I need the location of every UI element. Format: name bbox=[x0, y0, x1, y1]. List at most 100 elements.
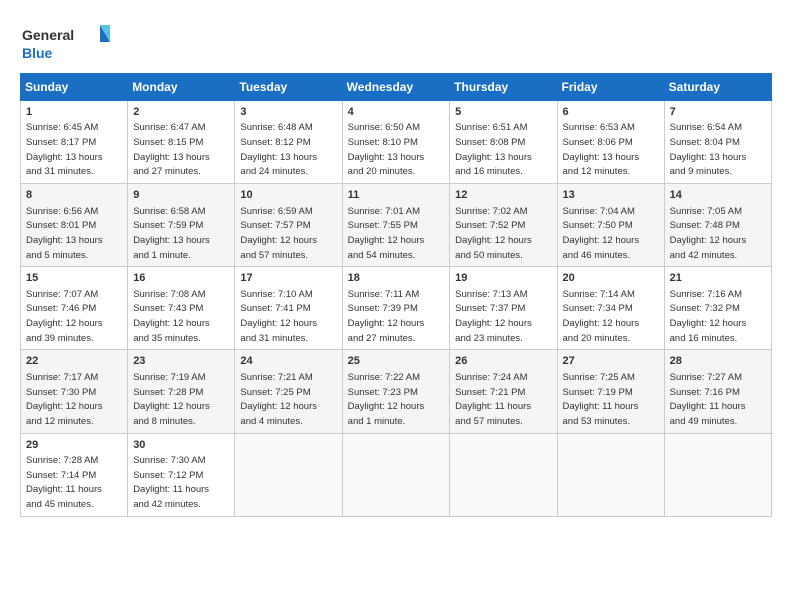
day-number: 19 bbox=[455, 271, 551, 286]
day-info: Sunrise: 6:50 AMSunset: 8:10 PMDaylight:… bbox=[348, 122, 425, 177]
day-number: 17 bbox=[240, 271, 336, 286]
day-info: Sunrise: 6:56 AMSunset: 8:01 PMDaylight:… bbox=[26, 206, 103, 261]
table-row: 9Sunrise: 6:58 AMSunset: 7:59 PMDaylight… bbox=[128, 184, 235, 267]
day-info: Sunrise: 7:05 AMSunset: 7:48 PMDaylight:… bbox=[670, 206, 747, 261]
table-row bbox=[557, 433, 664, 516]
day-info: Sunrise: 7:28 AMSunset: 7:14 PMDaylight:… bbox=[26, 455, 102, 510]
table-row: 7 Sunrise: 6:54 AMSunset: 8:04 PMDaylight… bbox=[664, 101, 771, 184]
day-info: Sunrise: 6:51 AMSunset: 8:08 PMDaylight:… bbox=[455, 122, 532, 177]
day-info: Sunrise: 7:10 AMSunset: 7:41 PMDaylight:… bbox=[240, 289, 317, 344]
day-header-wednesday: Wednesday bbox=[342, 74, 450, 101]
table-row: 10 Sunrise: 6:59 AMSunset: 7:57 PMDayligh… bbox=[235, 184, 342, 267]
table-row: 18 Sunrise: 7:11 AMSunset: 7:39 PMDayligh… bbox=[342, 267, 450, 350]
table-row: 6 Sunrise: 6:53 AMSunset: 8:06 PMDaylight… bbox=[557, 101, 664, 184]
day-info: Sunrise: 7:04 AMSunset: 7:50 PMDaylight:… bbox=[563, 206, 640, 261]
table-row bbox=[342, 433, 450, 516]
table-row: 14 Sunrise: 7:05 AMSunset: 7:48 PMDayligh… bbox=[664, 184, 771, 267]
day-info: Sunrise: 6:53 AMSunset: 8:06 PMDaylight:… bbox=[563, 122, 640, 177]
table-row: 24 Sunrise: 7:21 AMSunset: 7:25 PMDayligh… bbox=[235, 350, 342, 433]
table-row: 2 Sunrise: 6:47 AMSunset: 8:15 PMDaylight… bbox=[128, 101, 235, 184]
day-info: Sunrise: 7:14 AMSunset: 7:34 PMDaylight:… bbox=[563, 289, 640, 344]
day-number: 7 bbox=[670, 105, 766, 120]
table-row: 30 Sunrise: 7:30 AMSunset: 7:12 PMDayligh… bbox=[128, 433, 235, 516]
day-number: 1 bbox=[26, 105, 122, 120]
day-info: Sunrise: 7:22 AMSunset: 7:23 PMDaylight:… bbox=[348, 372, 425, 427]
day-info: Sunrise: 6:47 AMSunset: 8:15 PMDaylight:… bbox=[133, 122, 210, 177]
table-row: 26 Sunrise: 7:24 AMSunset: 7:21 PMDayligh… bbox=[450, 350, 557, 433]
day-info: Sunrise: 7:01 AMSunset: 7:55 PMDaylight:… bbox=[348, 206, 425, 261]
table-row: 11 Sunrise: 7:01 AMSunset: 7:55 PMDayligh… bbox=[342, 184, 450, 267]
day-info: Sunrise: 6:48 AMSunset: 8:12 PMDaylight:… bbox=[240, 122, 317, 177]
day-number: 15 bbox=[26, 271, 122, 286]
day-number: 5 bbox=[455, 105, 551, 120]
table-row: 28Sunrise: 7:27 AMSunset: 7:16 PMDayligh… bbox=[664, 350, 771, 433]
day-number: 29 bbox=[26, 438, 122, 453]
day-info: Sunrise: 7:16 AMSunset: 7:32 PMDaylight:… bbox=[670, 289, 747, 344]
day-info: Sunrise: 7:30 AMSunset: 7:12 PMDaylight:… bbox=[133, 455, 209, 510]
page-header: General Blue bbox=[20, 20, 772, 65]
day-info: Sunrise: 7:02 AMSunset: 7:52 PMDaylight:… bbox=[455, 206, 532, 261]
svg-text:General: General bbox=[22, 27, 74, 43]
day-number: 2 bbox=[133, 105, 229, 120]
day-info: Sunrise: 7:24 AMSunset: 7:21 PMDaylight:… bbox=[455, 372, 531, 427]
table-row: 12 Sunrise: 7:02 AMSunset: 7:52 PMDayligh… bbox=[450, 184, 557, 267]
day-info: Sunrise: 7:19 AMSunset: 7:28 PMDaylight:… bbox=[133, 372, 210, 427]
day-header-thursday: Thursday bbox=[450, 74, 557, 101]
day-info: Sunrise: 7:27 AMSunset: 7:16 PMDaylight:… bbox=[670, 372, 746, 427]
table-row bbox=[450, 433, 557, 516]
day-number: 21 bbox=[670, 271, 766, 286]
day-info: Sunrise: 7:17 AMSunset: 7:30 PMDaylight:… bbox=[26, 372, 103, 427]
day-number: 18 bbox=[348, 271, 445, 286]
logo-icon: General Blue bbox=[20, 20, 110, 65]
day-header-sunday: Sunday bbox=[21, 74, 128, 101]
day-number: 30 bbox=[133, 438, 229, 453]
day-number: 16 bbox=[133, 271, 229, 286]
day-header-tuesday: Tuesday bbox=[235, 74, 342, 101]
table-row: 22 Sunrise: 7:17 AMSunset: 7:30 PMDayligh… bbox=[21, 350, 128, 433]
day-number: 11 bbox=[348, 188, 445, 203]
table-row: 16 Sunrise: 7:08 AMSunset: 7:43 PMDayligh… bbox=[128, 267, 235, 350]
table-row: 19 Sunrise: 7:13 AMSunset: 7:37 PMDayligh… bbox=[450, 267, 557, 350]
day-info: Sunrise: 6:54 AMSunset: 8:04 PMDaylight:… bbox=[670, 122, 747, 177]
day-info: Sunrise: 7:07 AMSunset: 7:46 PMDaylight:… bbox=[26, 289, 103, 344]
day-info: Sunrise: 7:11 AMSunset: 7:39 PMDaylight:… bbox=[348, 289, 425, 344]
table-row: 21 Sunrise: 7:16 AMSunset: 7:32 PMDayligh… bbox=[664, 267, 771, 350]
day-info: Sunrise: 7:21 AMSunset: 7:25 PMDaylight:… bbox=[240, 372, 317, 427]
day-number: 12 bbox=[455, 188, 551, 203]
day-header-monday: Monday bbox=[128, 74, 235, 101]
logo: General Blue bbox=[20, 20, 110, 65]
day-info: Sunrise: 6:59 AMSunset: 7:57 PMDaylight:… bbox=[240, 206, 317, 261]
day-number: 3 bbox=[240, 105, 336, 120]
table-row: 25 Sunrise: 7:22 AMSunset: 7:23 PMDayligh… bbox=[342, 350, 450, 433]
table-row bbox=[235, 433, 342, 516]
table-row: 4 Sunrise: 6:50 AMSunset: 8:10 PMDaylight… bbox=[342, 101, 450, 184]
day-number: 14 bbox=[670, 188, 766, 203]
table-row: 1 Sunrise: 6:45 AMSunset: 8:17 PMDaylight… bbox=[21, 101, 128, 184]
table-row: 8 Sunrise: 6:56 AMSunset: 8:01 PMDaylight… bbox=[21, 184, 128, 267]
table-row: 13 Sunrise: 7:04 AMSunset: 7:50 PMDayligh… bbox=[557, 184, 664, 267]
table-row: 5 Sunrise: 6:51 AMSunset: 8:08 PMDaylight… bbox=[450, 101, 557, 184]
day-info: Sunrise: 7:08 AMSunset: 7:43 PMDaylight:… bbox=[133, 289, 210, 344]
table-row: 27Sunrise: 7:25 AMSunset: 7:19 PMDayligh… bbox=[557, 350, 664, 433]
day-header-friday: Friday bbox=[557, 74, 664, 101]
table-row: 20 Sunrise: 7:14 AMSunset: 7:34 PMDayligh… bbox=[557, 267, 664, 350]
day-number: 23 bbox=[133, 354, 229, 369]
day-info: Sunrise: 6:45 AMSunset: 8:17 PMDaylight:… bbox=[26, 122, 103, 177]
day-number: 25 bbox=[348, 354, 445, 369]
day-number: 13 bbox=[563, 188, 659, 203]
day-number: 4 bbox=[348, 105, 445, 120]
day-number: 10 bbox=[240, 188, 336, 203]
day-info: Sunrise: 7:13 AMSunset: 7:37 PMDaylight:… bbox=[455, 289, 532, 344]
day-number: 8 bbox=[26, 188, 122, 203]
table-row: 29 Sunrise: 7:28 AMSunset: 7:14 PMDayligh… bbox=[21, 433, 128, 516]
day-number: 20 bbox=[563, 271, 659, 286]
day-info: Sunrise: 6:58 AMSunset: 7:59 PMDaylight:… bbox=[133, 206, 210, 261]
day-number: 26 bbox=[455, 354, 551, 369]
table-row: 15 Sunrise: 7:07 AMSunset: 7:46 PMDayligh… bbox=[21, 267, 128, 350]
table-row: 23 Sunrise: 7:19 AMSunset: 7:28 PMDayligh… bbox=[128, 350, 235, 433]
day-info: Sunrise: 7:25 AMSunset: 7:19 PMDaylight:… bbox=[563, 372, 639, 427]
day-number: 24 bbox=[240, 354, 336, 369]
day-number: 6 bbox=[563, 105, 659, 120]
svg-text:Blue: Blue bbox=[22, 45, 53, 61]
day-number: 22 bbox=[26, 354, 122, 369]
